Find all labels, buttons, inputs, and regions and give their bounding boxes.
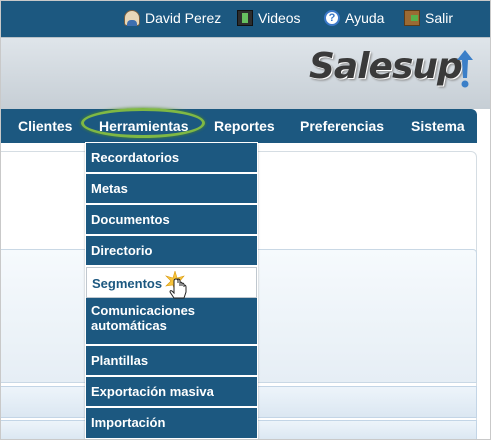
nav-clientes[interactable]: Clientes — [18, 117, 72, 135]
top-bar: David Perez Videos ? Ayuda Salir — [1, 1, 490, 37]
help-link[interactable]: ? Ayuda — [324, 9, 384, 27]
menu-item-plantillas[interactable]: Plantillas — [86, 346, 257, 377]
user-menu[interactable]: David Perez — [124, 9, 221, 27]
user-icon — [124, 10, 140, 26]
help-label: Ayuda — [345, 10, 385, 26]
videos-label: Videos — [258, 10, 301, 26]
menu-item-importacion[interactable]: Importación — [86, 408, 257, 438]
menu-item-comunicaciones-automaticas[interactable]: Comunicaciones automáticas — [86, 298, 257, 346]
film-icon — [237, 10, 253, 26]
exit-link[interactable]: Salir — [404, 9, 453, 27]
main-nav: Clientes Herramientas Reportes Preferenc… — [1, 108, 477, 143]
header-band: Salesup — [1, 37, 490, 109]
hand-pointer-cursor-icon — [165, 271, 187, 299]
logo-arrow-icon — [457, 50, 473, 88]
app-window: David Perez Videos ? Ayuda Salir Salesup… — [0, 0, 491, 440]
exit-door-icon — [404, 10, 420, 26]
videos-link[interactable]: Videos — [237, 9, 301, 27]
menu-item-recordatorios[interactable]: Recordatorios — [86, 143, 257, 174]
user-name: David Perez — [145, 10, 222, 26]
logo-text: Salesup — [309, 46, 463, 87]
menu-item-exportacion-masiva[interactable]: Exportación masiva — [86, 377, 257, 408]
help-icon: ? — [324, 10, 340, 26]
nav-preferencias[interactable]: Preferencias — [300, 117, 384, 135]
menu-item-metas[interactable]: Metas — [86, 174, 257, 205]
nav-herramientas[interactable]: Herramientas — [99, 117, 189, 135]
exit-label: Salir — [425, 10, 454, 26]
nav-reportes[interactable]: Reportes — [214, 117, 275, 135]
nav-sistema[interactable]: Sistema — [411, 117, 465, 135]
menu-item-directorio[interactable]: Directorio — [86, 236, 257, 267]
menu-item-documentos[interactable]: Documentos — [86, 205, 257, 236]
